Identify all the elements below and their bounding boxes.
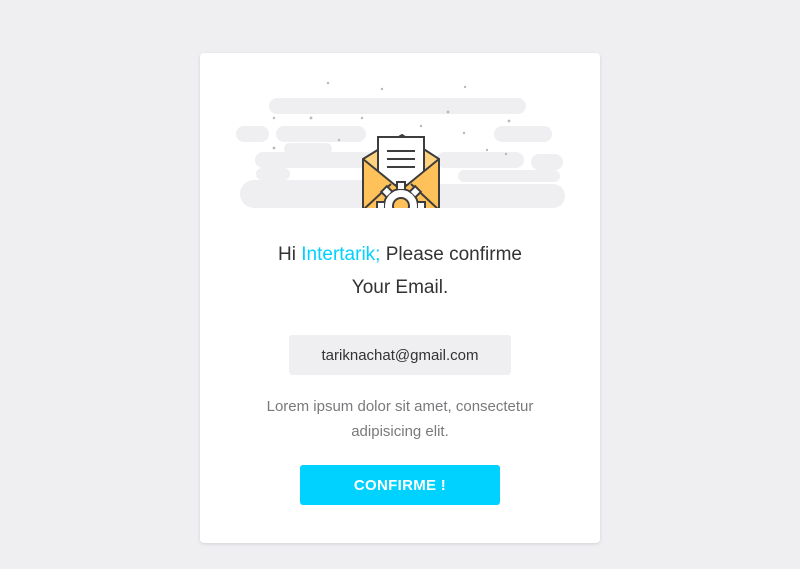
greeting-text: Hi	[278, 244, 296, 265]
heading-message: Please confirme	[385, 244, 522, 265]
heading-line-2: Your Email.	[351, 277, 449, 298]
confirm-button[interactable]: CONFIRME !	[300, 465, 500, 505]
confirmation-heading: Hi Intertarik; Please confirme Your Emai…	[200, 238, 600, 304]
email-confirmation-illustration	[236, 78, 566, 210]
heading-line-1: Hi Intertarik; Please confirme	[200, 238, 600, 271]
email-value: tariknachat@gmail.com	[321, 346, 479, 364]
user-name: Intertarik;	[301, 244, 381, 265]
email-display: tariknachat@gmail.com	[289, 335, 511, 375]
description-text: Lorem ipsum dolor sit amet, consectetur …	[266, 398, 534, 440]
envelope-gear-icon	[362, 134, 440, 208]
illustration-svg	[236, 81, 565, 208]
